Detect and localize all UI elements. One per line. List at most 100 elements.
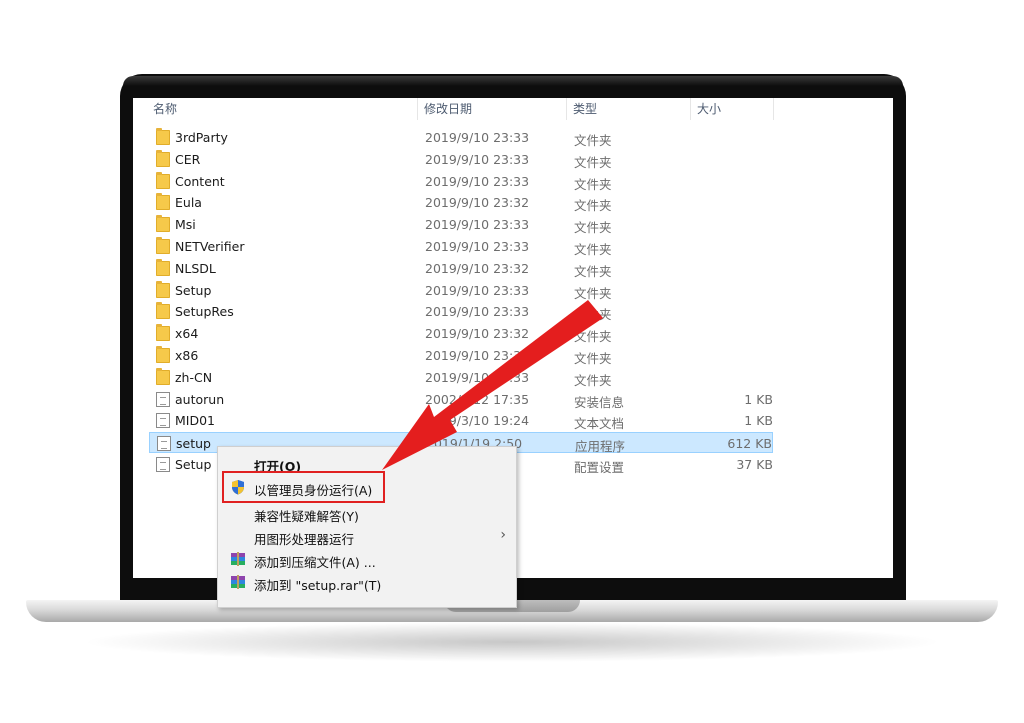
- file-date: 2002/2/12 17:35: [425, 391, 530, 407]
- file-name: NETVerifier: [175, 239, 245, 254]
- folder-row[interactable]: x86 2019/9/10 23:32 文件夹: [149, 345, 773, 366]
- file-name: Eula: [175, 195, 202, 211]
- folder-row[interactable]: NETVerifier 2019/9/10 23:33 文件夹: [149, 236, 773, 257]
- file-size: 1 KB: [744, 391, 773, 407]
- folder-icon: [156, 237, 170, 254]
- folder-icon: [156, 193, 170, 211]
- folder-row[interactable]: CER 2019/9/10 23:33 文件夹: [149, 149, 773, 170]
- file-date: 2019/9/10 23:33: [425, 304, 530, 320]
- folder-row[interactable]: Setup 2019/9/10 23:33 文件夹: [149, 280, 773, 301]
- folder-icon: [156, 346, 170, 363]
- file-name: zh-CN: [175, 369, 213, 385]
- column-divider[interactable]: [690, 98, 691, 120]
- folder-row[interactable]: NLSDL 2019/9/10 23:32 文件夹: [149, 258, 773, 279]
- file-type: 文件夹: [574, 242, 612, 257]
- column-divider[interactable]: [773, 98, 774, 120]
- menu-item-label: 添加到压缩文件(A) ...: [254, 555, 376, 570]
- file-name: MID01: [175, 413, 216, 429]
- column-name[interactable]: 名称: [153, 100, 177, 117]
- file-type: 文件夹: [574, 307, 612, 323]
- file-type: 文件夹: [574, 176, 612, 192]
- menu-item-label: 添加到 "setup.rar"(T): [254, 578, 382, 593]
- file-date: 2019/9/10 23:32: [425, 260, 530, 276]
- laptop-shadow: [80, 622, 944, 662]
- column-divider[interactable]: [566, 98, 567, 120]
- file-date: 2019/9/10 23:33: [425, 282, 530, 298]
- folder-row[interactable]: 3rdParty 2019/9/10 23:33 文件夹: [149, 127, 773, 148]
- column-header: 名称 修改日期 类型 大小: [133, 98, 893, 120]
- file-type: 配置设置: [574, 460, 625, 475]
- chevron-right-icon: ›: [500, 527, 506, 543]
- column-size[interactable]: 大小: [697, 100, 721, 117]
- file-date: 2019/9/10 23:33: [425, 239, 530, 254]
- file-name: CER: [175, 151, 201, 167]
- folder-icon: [156, 215, 170, 233]
- file-date: 2019/9/10 23:33: [425, 217, 530, 233]
- folder-icon: [156, 280, 170, 298]
- folder-icon: [156, 302, 170, 320]
- file-date: 2019/9/10 23:32: [425, 348, 530, 363]
- folder-row[interactable]: Eula 2019/9/10 23:32 文件夹: [149, 192, 773, 213]
- file-date: 2019/9/10 23:32: [425, 326, 530, 342]
- document-icon: [156, 413, 170, 429]
- file-name: autorun: [175, 391, 225, 407]
- file-type: 文本文档: [574, 416, 625, 432]
- file-type: 文件夹: [574, 285, 612, 301]
- file-type: 安装信息: [574, 394, 625, 410]
- file-name: Setup: [175, 457, 212, 472]
- menu-item[interactable]: 用图形处理器运行 ›: [218, 524, 516, 548]
- menu-item[interactable]: 添加到 "setup.rar"(T): [218, 570, 516, 594]
- menu-item[interactable]: 添加到压缩文件(A) ...: [218, 547, 516, 571]
- folder-row[interactable]: Content 2019/9/10 23:33 文件夹: [149, 171, 773, 192]
- document-icon: [156, 457, 170, 472]
- file-type: 应用程序: [575, 439, 626, 455]
- file-row[interactable]: MID01 2019/3/10 19:24 文本文档 1 KB: [149, 410, 773, 431]
- file-name: NLSDL: [175, 260, 216, 276]
- laptop-lid-shine: [123, 76, 903, 86]
- file-size: 37 KB: [736, 457, 773, 472]
- file-name: Setup: [175, 282, 212, 298]
- file-name: Content: [175, 173, 225, 189]
- file-type: 文件夹: [574, 329, 612, 345]
- file-date: 2019/9/10 23:32: [425, 195, 530, 211]
- file-type: 文件夹: [574, 372, 612, 388]
- menu-item-label: 兼容性疑难解答(Y): [254, 509, 359, 524]
- column-type[interactable]: 类型: [573, 100, 597, 117]
- file-name: setup: [176, 436, 211, 452]
- menu-item-label: 用图形处理器运行: [254, 532, 355, 547]
- file-date: 2019/9/10 23:33: [425, 151, 530, 167]
- file-type: 文件夹: [574, 154, 612, 170]
- folder-row[interactable]: SetupRes 2019/9/10 23:33 文件夹: [149, 301, 773, 322]
- column-date[interactable]: 修改日期: [424, 100, 472, 117]
- file-name: x86: [175, 348, 199, 363]
- file-date: 2019/3/10 19:24: [425, 413, 530, 429]
- file-date: 2019/9/10 23:33: [425, 173, 530, 189]
- archive-icon: [230, 574, 246, 590]
- application-icon: [157, 436, 171, 452]
- folder-icon: [156, 367, 170, 385]
- file-type: 文件夹: [574, 351, 612, 366]
- folder-row[interactable]: zh-CN 2019/9/10 23:33 文件夹: [149, 367, 773, 388]
- document-icon: [156, 391, 170, 407]
- file-type: 文件夹: [574, 263, 612, 279]
- file-name: x64: [175, 326, 199, 342]
- file-name: Msi: [175, 217, 196, 233]
- file-name: SetupRes: [175, 304, 234, 320]
- file-size: 1 KB: [744, 413, 773, 429]
- file-name: 3rdParty: [175, 130, 228, 145]
- column-divider[interactable]: [417, 98, 418, 120]
- file-size: 612 KB: [727, 436, 772, 452]
- folder-row[interactable]: Msi 2019/9/10 23:33 文件夹: [149, 214, 773, 235]
- file-type: 文件夹: [574, 133, 612, 148]
- folder-icon: [156, 258, 170, 276]
- file-row[interactable]: autorun 2002/2/12 17:35 安装信息 1 KB: [149, 389, 773, 410]
- archive-icon: [230, 551, 246, 567]
- folder-row[interactable]: x64 2019/9/10 23:32 文件夹: [149, 323, 773, 344]
- menu-item[interactable]: 兼容性疑难解答(Y): [218, 501, 516, 525]
- file-type: 文件夹: [574, 220, 612, 236]
- highlight-box: [222, 471, 385, 503]
- folder-icon: [156, 149, 170, 167]
- folder-icon: [156, 128, 170, 145]
- file-date: 2019/9/10 23:33: [425, 130, 530, 145]
- file-date: 2019/9/10 23:33: [425, 369, 530, 385]
